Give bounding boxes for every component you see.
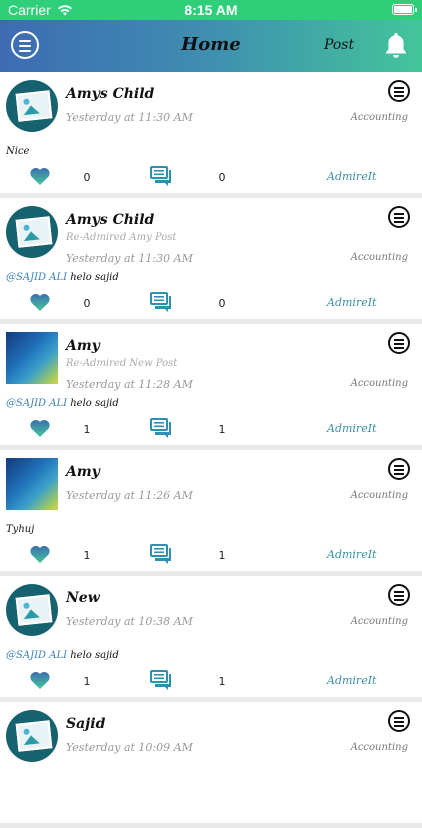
readmired-label: Re-Admired Amy Post (66, 232, 177, 243)
image-placeholder-icon (15, 594, 53, 626)
post-body: helo sajid (67, 650, 119, 661)
bell-icon[interactable] (383, 31, 409, 59)
status-time: 8:15 AM (184, 2, 238, 18)
post-options-icon[interactable] (388, 206, 410, 228)
post-card: Sajid Yesterday at 10:09 AM Accounting (0, 702, 422, 823)
user-mention[interactable]: @SAJID ALI (6, 398, 67, 409)
post-category: Accounting (350, 252, 408, 263)
battery-icon (392, 4, 417, 15)
image-placeholder-icon (15, 216, 53, 248)
post-body: helo sajid (67, 398, 119, 409)
like-count: 0 (83, 297, 91, 310)
post-text: Tyhuj (6, 524, 34, 535)
post-time: Yesterday at 11:26 AM (66, 489, 193, 502)
post-time: Yesterday at 10:38 AM (66, 615, 193, 628)
post-body: Nice (6, 146, 30, 157)
post-button[interactable]: Post (324, 37, 354, 53)
admire-button[interactable]: AdmireIt (327, 674, 376, 687)
user-mention[interactable]: @SAJID ALI (6, 272, 67, 283)
post-text: Nice (6, 146, 29, 157)
post-category: Accounting (350, 742, 408, 753)
like-count: 1 (83, 675, 91, 688)
post-body: Tyhuj (6, 524, 35, 535)
author-name[interactable]: Amy (66, 464, 100, 480)
post-time: Yesterday at 11:28 AM (66, 378, 193, 391)
image-placeholder-icon (15, 720, 53, 752)
post-card: Amy Re-Admired New Post Yesterday at 11:… (0, 324, 422, 445)
post-actions: 1 1 AdmireIt (0, 418, 422, 440)
post-category: Accounting (350, 490, 408, 501)
avatar[interactable] (6, 584, 58, 636)
author-name[interactable]: Sajid (66, 716, 105, 732)
user-mention[interactable]: @SAJID ALI (6, 650, 67, 661)
post-actions: 0 0 AdmireIt (0, 292, 422, 314)
author-name[interactable]: Amys Child (66, 212, 154, 228)
navigation-bar: Home Post (0, 20, 422, 72)
comment-count: 1 (218, 675, 226, 688)
post-text: @SAJID ALI helo sajid (6, 650, 119, 661)
like-count: 0 (83, 171, 91, 184)
avatar[interactable] (6, 80, 58, 132)
post-options-icon[interactable] (388, 332, 410, 354)
post-card: Amys Child Re-Admired Amy Post Yesterday… (0, 198, 422, 319)
post-card: New Yesterday at 10:38 AM Accounting @SA… (0, 576, 422, 697)
status-bar: Carrier 8:15 AM (0, 0, 422, 20)
post-category: Accounting (350, 112, 408, 123)
like-count: 1 (83, 423, 91, 436)
admire-button[interactable]: AdmireIt (327, 548, 376, 561)
heart-icon[interactable] (29, 418, 51, 438)
author-name[interactable]: Amy (66, 338, 100, 354)
heart-icon[interactable] (29, 166, 51, 186)
author-name[interactable]: Amys Child (66, 86, 154, 102)
admire-button[interactable]: AdmireIt (327, 422, 376, 435)
comment-count: 0 (218, 171, 226, 184)
post-options-icon[interactable] (388, 458, 410, 480)
heart-icon[interactable] (29, 544, 51, 564)
like-count: 1 (83, 549, 91, 562)
avatar[interactable] (6, 206, 58, 258)
avatar[interactable] (6, 710, 58, 762)
post-options-icon[interactable] (388, 80, 410, 102)
comment-count: 1 (218, 549, 226, 562)
comment-icon[interactable] (150, 544, 172, 564)
author-name[interactable]: New (66, 590, 100, 606)
post-category: Accounting (350, 378, 408, 389)
comment-icon[interactable] (150, 166, 172, 186)
post-text: @SAJID ALI helo sajid (6, 398, 119, 409)
image-placeholder-icon (15, 90, 53, 122)
post-time: Yesterday at 10:09 AM (66, 741, 193, 754)
post-category: Accounting (350, 616, 408, 627)
comment-icon[interactable] (150, 418, 172, 438)
page-title: Home (181, 34, 241, 55)
post-text: @SAJID ALI helo sajid (6, 272, 119, 283)
post-card: Amy Yesterday at 11:26 AM Accounting Tyh… (0, 450, 422, 571)
comment-icon[interactable] (150, 292, 172, 312)
comment-count: 0 (218, 297, 226, 310)
post-actions: 1 1 AdmireIt (0, 670, 422, 692)
heart-icon[interactable] (29, 292, 51, 312)
post-card: Amys Child Yesterday at 11:30 AM Account… (0, 72, 422, 193)
post-actions: 1 1 AdmireIt (0, 544, 422, 566)
post-actions: 0 0 AdmireIt (0, 166, 422, 188)
avatar[interactable] (6, 458, 58, 510)
comment-count: 1 (218, 423, 226, 436)
comment-icon[interactable] (150, 670, 172, 690)
post-options-icon[interactable] (388, 584, 410, 606)
avatar[interactable] (6, 332, 58, 384)
readmired-label: Re-Admired New Post (66, 358, 178, 369)
admire-button[interactable]: AdmireIt (327, 296, 376, 309)
post-time: Yesterday at 11:30 AM (66, 252, 193, 265)
post-time: Yesterday at 11:30 AM (66, 111, 193, 124)
admire-button[interactable]: AdmireIt (327, 170, 376, 183)
heart-icon[interactable] (29, 670, 51, 690)
post-options-icon[interactable] (388, 710, 410, 732)
post-feed: Amys Child Yesterday at 11:30 AM Account… (0, 72, 422, 828)
post-body: helo sajid (67, 272, 119, 283)
